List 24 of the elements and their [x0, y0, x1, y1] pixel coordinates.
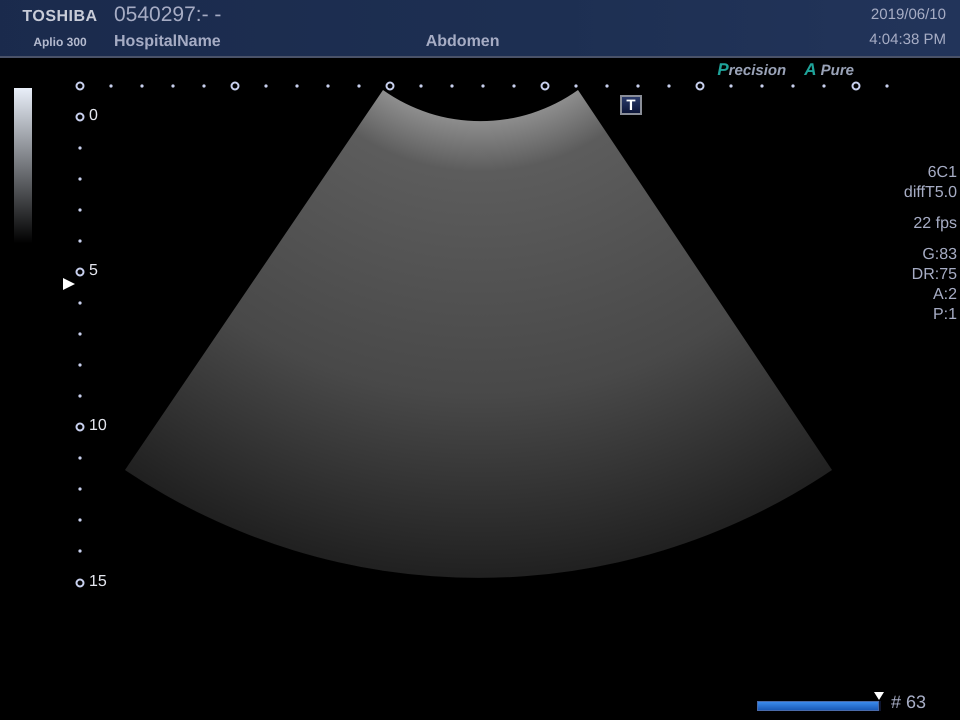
depth-label: 10 [89, 417, 107, 435]
t-marker: T [620, 95, 642, 115]
depth-label: 0 [89, 107, 98, 125]
imaging-parameter: P:1 [932, 305, 957, 325]
imaging-parameter: diffT5.0 [904, 183, 957, 203]
imaging-parameter: G:83 [922, 245, 957, 265]
cine-position-icon [874, 692, 884, 700]
imaging-parameter: DR:75 [912, 265, 957, 285]
exam-preset: Abdomen [426, 33, 500, 52]
imaging-parameter: 22 fps [913, 214, 957, 234]
hospital-name: HospitalName [114, 33, 221, 52]
imaging-parameter: A:2 [932, 285, 957, 305]
brand-name: TOSHIBA [22, 8, 98, 26]
frame-number: # 63 [891, 693, 926, 711]
mode-label: A Pure [804, 60, 854, 80]
imaging-parameter: 6C1 [928, 163, 957, 183]
focus-marker-icon [63, 278, 75, 290]
depth-label: 5 [89, 262, 98, 280]
model-name: Aplio 300 [33, 35, 87, 49]
mode-label: Precision [717, 60, 786, 80]
patient-id: 0540297:- - [114, 2, 222, 28]
exam-time: 4:04:38 PM [869, 31, 946, 48]
exam-date: 2019/06/10 [870, 6, 946, 23]
depth-label: 15 [89, 573, 107, 591]
